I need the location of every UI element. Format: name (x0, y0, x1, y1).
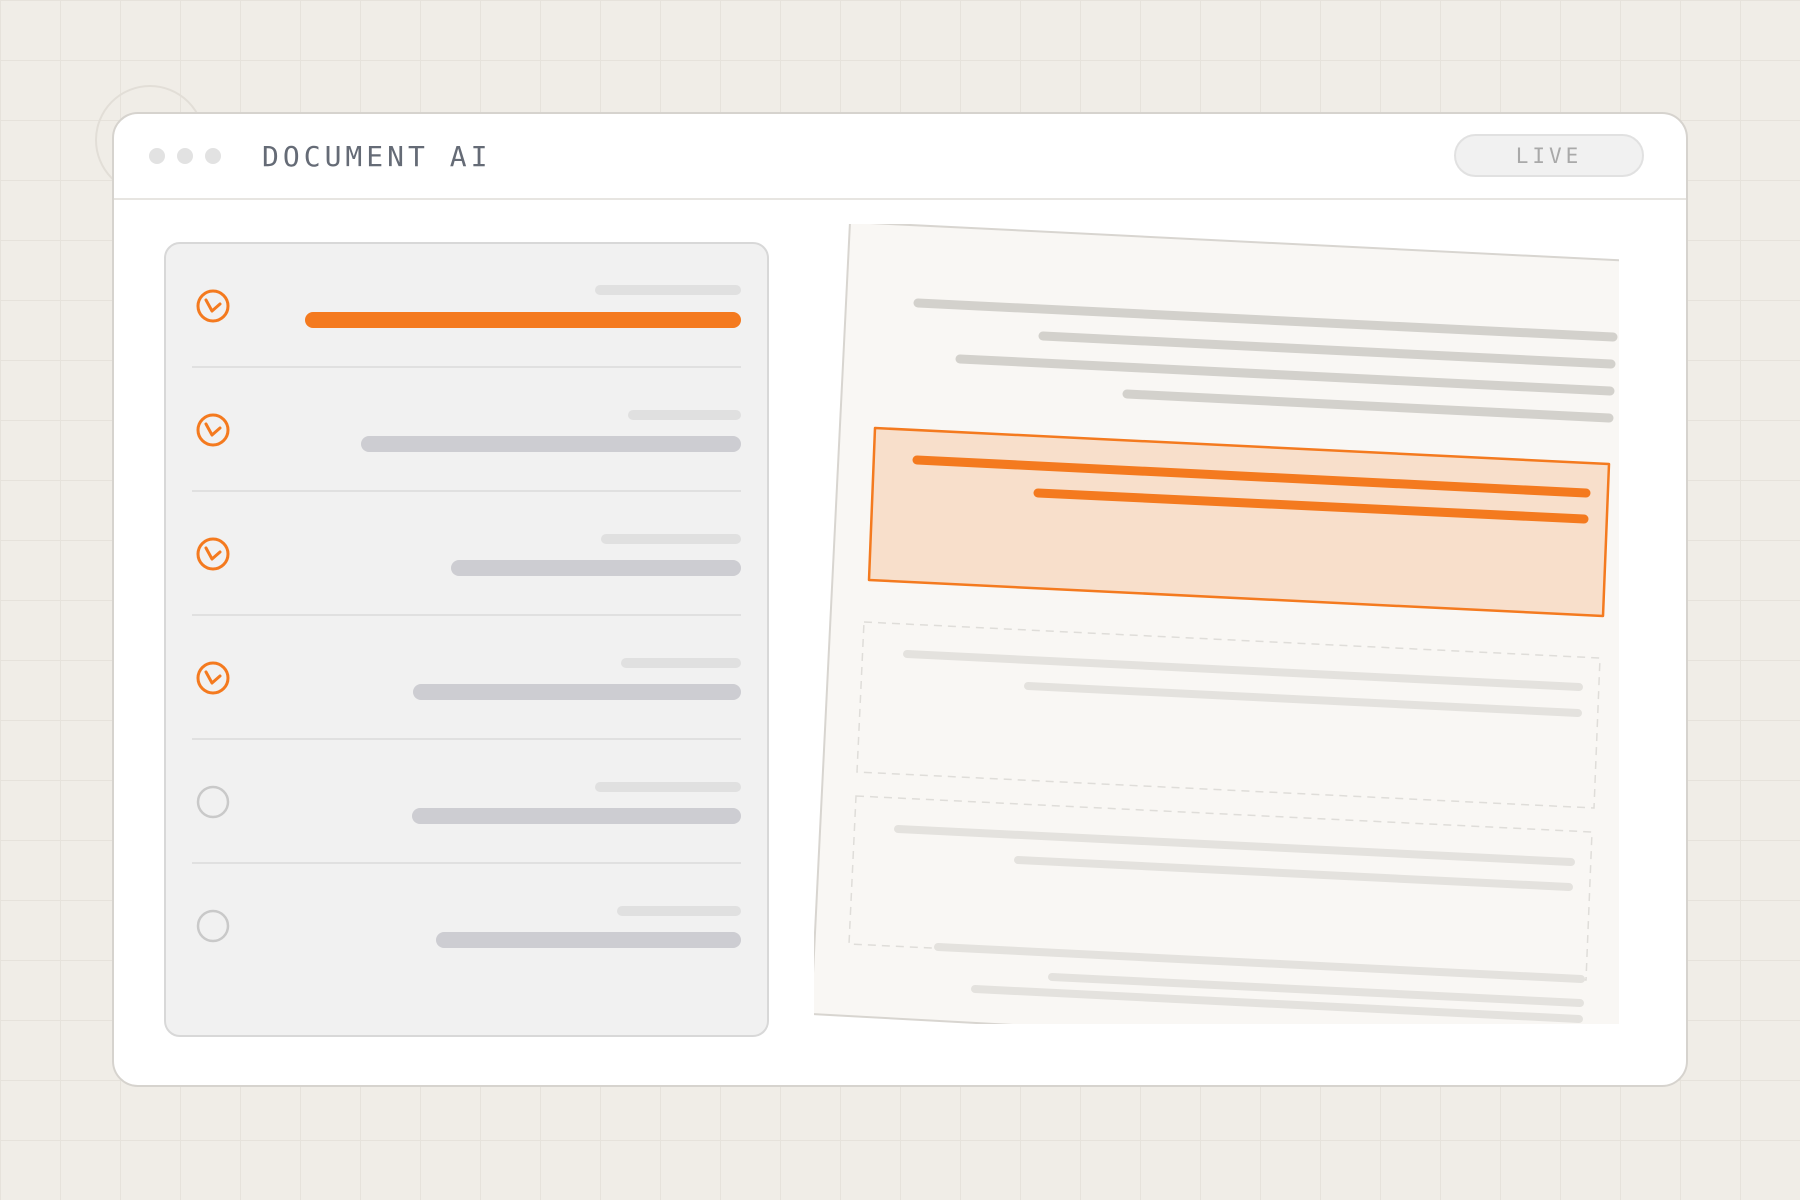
item-label-bar (436, 932, 741, 948)
window-dot-minimize[interactable] (177, 148, 193, 164)
title-bar: DOCUMENT AI LIVE (114, 114, 1686, 200)
check-circle-icon (196, 661, 230, 695)
item-label-bar (412, 808, 741, 824)
empty-circle-icon (196, 909, 230, 943)
checklist-item[interactable] (192, 616, 741, 740)
item-label-bar (451, 560, 741, 576)
checklist-item[interactable] (192, 740, 741, 864)
check-circle-icon (196, 413, 230, 447)
item-label-bar (413, 684, 741, 700)
check-circle-icon (196, 537, 230, 571)
item-label-bar-active (305, 312, 741, 328)
checklist-item[interactable] (192, 368, 741, 492)
item-meta-bar (617, 906, 741, 916)
checklist-item[interactable] (192, 244, 741, 368)
check-circle-icon (196, 289, 230, 323)
document-page (814, 224, 1619, 1024)
document-preview (814, 224, 1619, 1024)
empty-circle-icon (196, 785, 230, 819)
checklist-panel (164, 242, 769, 1037)
window-dot-close[interactable] (149, 148, 165, 164)
checklist-item[interactable] (192, 492, 741, 616)
item-meta-bar (621, 658, 741, 668)
window-dot-maximize[interactable] (205, 148, 221, 164)
item-meta-bar (595, 285, 741, 295)
item-meta-bar (595, 782, 741, 792)
checklist-item[interactable] (192, 864, 741, 988)
app-window: DOCUMENT AI LIVE (112, 112, 1688, 1087)
item-meta-bar (601, 534, 741, 544)
item-label-bar (361, 436, 741, 452)
live-status-badge: LIVE (1454, 134, 1644, 177)
item-meta-bar (628, 410, 741, 420)
app-title: DOCUMENT AI (262, 140, 492, 173)
